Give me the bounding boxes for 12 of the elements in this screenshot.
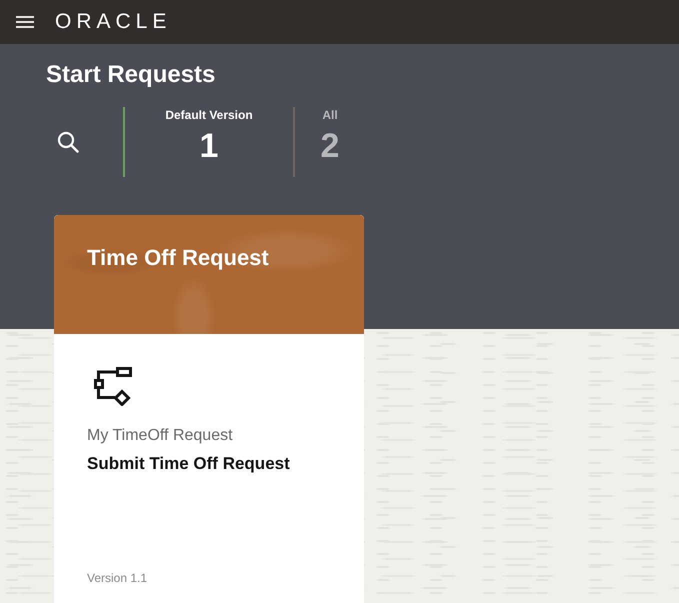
process-name: Submit Time Off Request: [87, 453, 290, 475]
page-title: Start Requests: [46, 60, 216, 89]
version-label: Version 1.1: [87, 571, 148, 586]
logo: ORACLE: [55, 10, 172, 34]
menu-icon: [16, 16, 34, 28]
filter-tab[interactable]: Default Version 1: [123, 107, 293, 177]
process-flow-icon: [94, 367, 132, 406]
card-title: Time Off Request: [87, 245, 270, 271]
request-card[interactable]: Time Off Request My TimeOff Request Submit Time Off Request Version 1.1: [54, 215, 364, 603]
application-name: My TimeOff Request: [87, 426, 233, 446]
filter-tab[interactable]: All 2: [293, 107, 365, 177]
search-icon: [57, 131, 79, 153]
